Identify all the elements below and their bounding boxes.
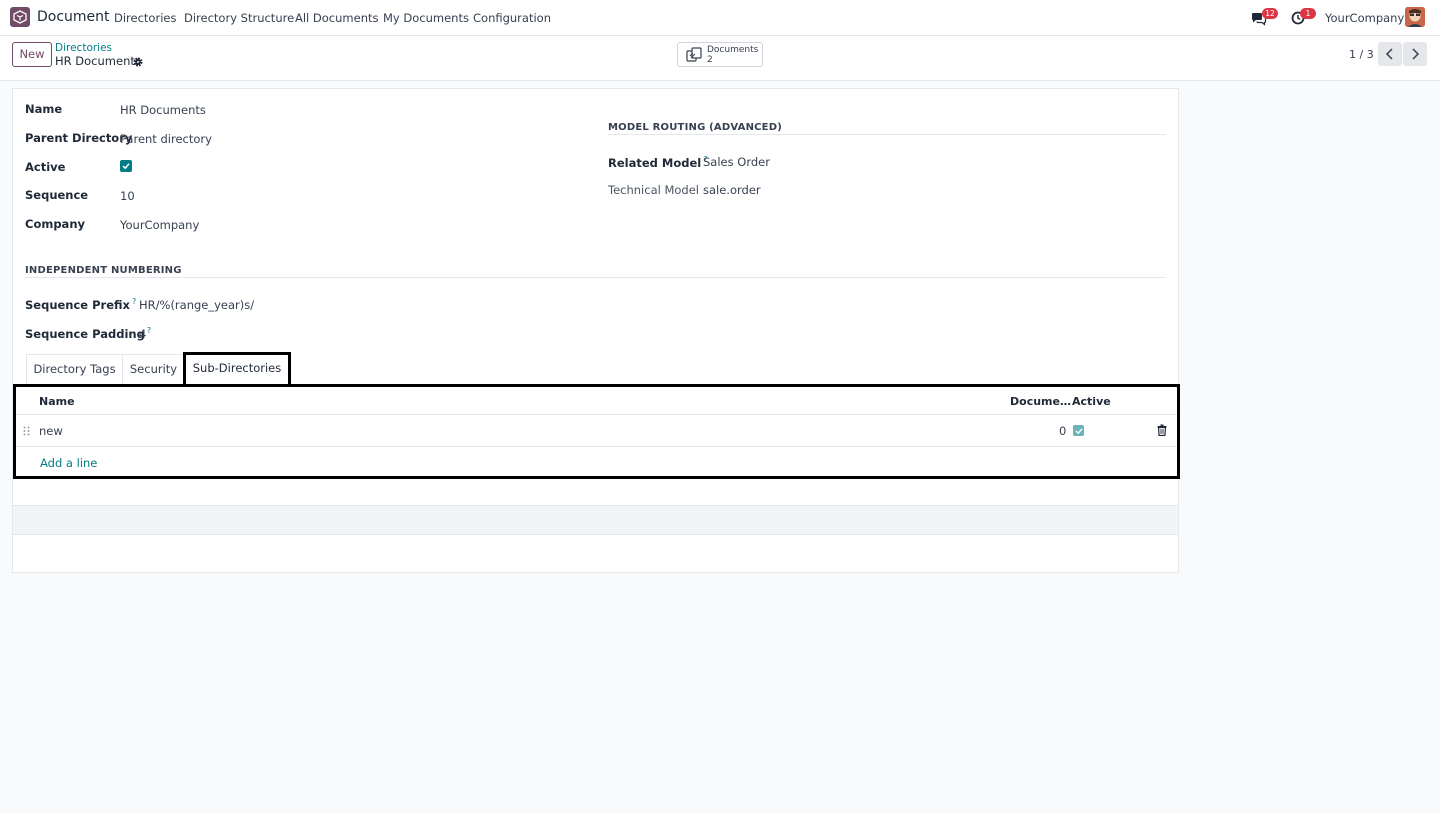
section-divider — [608, 134, 1166, 135]
sequence-prefix-label: Sequence Prefix? — [25, 297, 137, 312]
row-documents-cell: 0 — [1059, 424, 1067, 438]
section-divider — [25, 277, 1166, 278]
active-label: Active — [25, 160, 66, 174]
messages-badge: 12 — [1262, 8, 1278, 19]
menu-all-documents[interactable]: All Documents — [295, 11, 378, 25]
tab-directory-tags[interactable]: Directory Tags — [26, 354, 123, 385]
activities-badge: 1 — [1300, 8, 1316, 19]
help-tooltip-icon[interactable]: ? — [132, 297, 136, 306]
menu-directory-structure[interactable]: Directory Structure — [184, 11, 294, 25]
new-button[interactable]: New — [12, 42, 52, 67]
add-a-line-link[interactable]: Add a line — [40, 456, 97, 470]
related-model-label: Related Model? — [608, 155, 708, 170]
menu-my-documents[interactable]: My Documents — [383, 11, 469, 25]
company-switcher[interactable]: YourCompany — [1325, 11, 1404, 25]
smart-button-label: Documents — [707, 45, 759, 55]
help-tooltip-icon[interactable]: ? — [147, 326, 151, 335]
pager-previous-button[interactable] — [1378, 42, 1402, 66]
model-routing-title: MODEL ROUTING (ADVANCED) — [608, 122, 782, 133]
menu-configuration[interactable]: Configuration — [473, 11, 551, 25]
technical-model-label: Technical Model — [608, 183, 699, 197]
documents-smart-button[interactable]: Documents 2 — [677, 42, 763, 67]
company-label: Company — [25, 217, 85, 231]
row-name-cell[interactable]: new — [39, 424, 63, 438]
smart-button-value: 2 — [707, 55, 713, 65]
parent-directory-field[interactable]: Parent directory — [120, 132, 212, 146]
breadcrumb-directories[interactable]: Directories — [55, 42, 112, 54]
parent-directory-label: Parent Directory — [25, 131, 133, 145]
row-active-checkbox — [1073, 425, 1084, 436]
technical-model-field: sale.order — [703, 183, 761, 197]
form-footer-band — [13, 505, 1178, 535]
pager-value[interactable]: 1 / 3 — [1349, 48, 1374, 61]
breadcrumb-current: HR Documents — [55, 54, 141, 68]
checkmark-icon — [122, 163, 130, 170]
sequence-padding-label: Sequence Padding? — [25, 326, 152, 341]
column-header-name[interactable]: Name — [39, 395, 75, 408]
chevron-right-icon — [1412, 48, 1420, 60]
checkmark-icon — [1075, 427, 1083, 434]
sub-directories-list: Name Docume… Active new 0 Add a line — [13, 384, 1180, 479]
gear-icon[interactable] — [133, 56, 143, 67]
drag-handle-icon[interactable] — [23, 426, 30, 436]
tab-security[interactable]: Security — [122, 354, 185, 385]
independent-numbering-title: INDEPENDENT NUMBERING — [25, 265, 182, 276]
tab-sub-directories[interactable]: Sub-Directories — [183, 352, 291, 385]
company-field[interactable]: YourCompany — [120, 218, 199, 232]
name-label: Name — [25, 102, 63, 116]
sequence-field[interactable]: 10 — [120, 189, 135, 203]
pager-next-button[interactable] — [1403, 42, 1427, 66]
trash-icon[interactable] — [1157, 424, 1167, 436]
active-checkbox[interactable] — [120, 160, 132, 172]
user-avatar[interactable] — [1405, 7, 1425, 27]
app-name[interactable]: Document — [37, 9, 110, 25]
sequence-padding-field[interactable]: 4 — [139, 327, 146, 341]
name-field[interactable]: HR Documents — [120, 103, 206, 117]
menu-directories[interactable]: Directories — [114, 11, 176, 25]
sequence-label: Sequence — [25, 188, 89, 202]
document-app-logo-icon[interactable] — [10, 7, 30, 27]
related-model-field[interactable]: Sales Order — [703, 155, 770, 169]
chevron-left-icon — [1385, 48, 1393, 60]
column-header-documents[interactable]: Docume… — [1010, 395, 1071, 408]
list-header: Name Docume… Active — [16, 387, 1177, 415]
form-sheet — [12, 88, 1179, 573]
documents-copy-icon — [686, 47, 702, 62]
sequence-prefix-field[interactable]: HR/%(range_year)s/ — [139, 298, 254, 312]
top-navbar: Document Directories Directory Structure… — [0, 0, 1440, 36]
column-header-active[interactable]: Active — [1072, 395, 1111, 408]
table-row[interactable]: new 0 — [16, 415, 1177, 447]
control-panel: New Directories HR Documents Documents 2… — [0, 36, 1440, 81]
